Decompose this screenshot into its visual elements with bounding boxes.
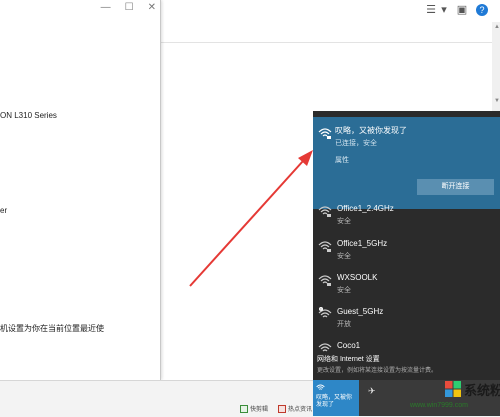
annotation-arrow xyxy=(189,150,313,287)
